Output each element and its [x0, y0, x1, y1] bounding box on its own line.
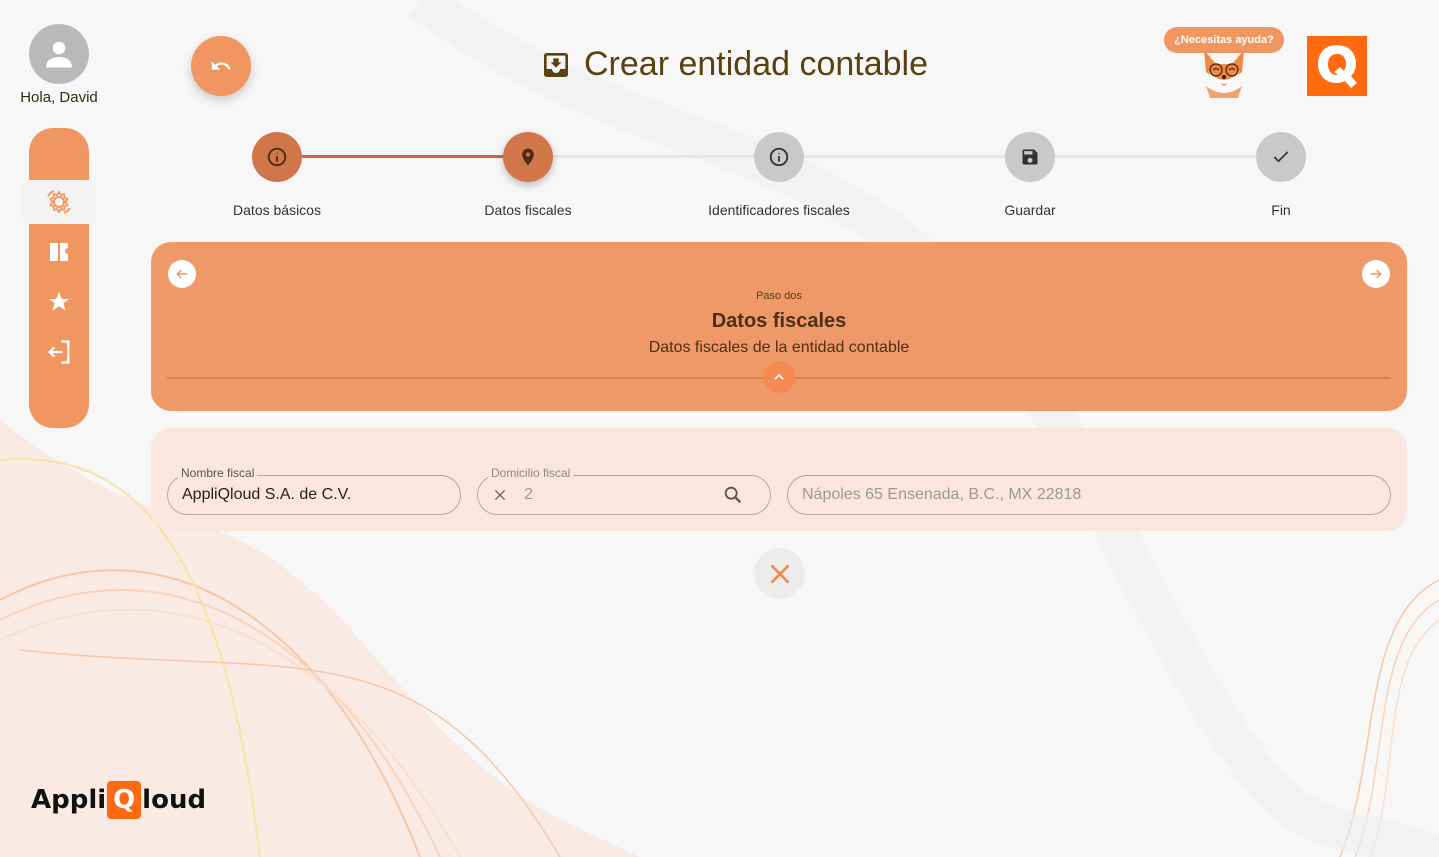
gear-sync-icon [47, 190, 71, 214]
sidebar-item-settings[interactable] [22, 180, 96, 224]
step-label: Fin [1271, 202, 1291, 218]
appliqloud-logo: Appli Q loud [31, 781, 206, 819]
nombre-fiscal-value[interactable]: AppliQloud S.A. de C.V. [182, 486, 351, 504]
fiscal-data-form: Nombre fiscal AppliQloud S.A. de C.V. Do… [151, 428, 1407, 531]
arrow-left-icon [176, 269, 188, 279]
logo-text-right: loud [142, 785, 207, 815]
save-icon [1022, 149, 1038, 165]
inbox-download-icon [544, 52, 568, 77]
direccion-value: Nápoles 65 Ensenada, B.C., MX 22818 [802, 486, 1082, 503]
check-icon [1273, 151, 1289, 163]
next-step-button[interactable] [1362, 260, 1390, 288]
step-circle[interactable] [1256, 132, 1306, 182]
domicilio-fiscal-field[interactable]: Domicilio fiscal 2 [477, 466, 771, 515]
star-icon [49, 292, 69, 311]
sidebar-nav [22, 128, 96, 428]
step-guardar[interactable]: Guardar [905, 132, 1155, 218]
step-header-card: Paso dos Datos fiscales Datos fiscales d… [151, 242, 1407, 411]
step-circle[interactable] [1005, 132, 1055, 182]
step-fin[interactable]: Fin [1156, 132, 1406, 218]
step-identificadores-fiscales[interactable]: Identificadores fiscales [654, 132, 904, 218]
step-circle[interactable] [252, 132, 302, 182]
logo-text-left: Appli [31, 785, 107, 815]
step-datos-basicos[interactable]: Datos básicos [152, 132, 402, 218]
step-circle[interactable] [503, 132, 553, 182]
sidebar-item-tickets[interactable] [29, 230, 89, 274]
user-greeting: Hola, David [20, 89, 98, 106]
domicilio-fiscal-value[interactable]: 2 [524, 486, 533, 504]
step-label: Datos básicos [233, 202, 321, 218]
ticket-icon [50, 243, 68, 261]
page-title: Crear entidad contable [540, 45, 928, 84]
collapse-button[interactable] [763, 361, 795, 393]
info-icon [769, 147, 789, 167]
brand-q-logo[interactable] [1307, 36, 1367, 96]
domicilio-fiscal-label: Domicilio fiscal [488, 466, 574, 480]
fox-mascot-icon[interactable] [1196, 46, 1252, 100]
page-title-text: Crear entidad contable [584, 45, 929, 83]
direccion-field[interactable]: Nápoles 65 Ensenada, B.C., MX 22818 [787, 475, 1391, 515]
step-label: Datos fiscales [484, 202, 572, 218]
step-datos-fiscales[interactable]: Datos fiscales [403, 132, 653, 218]
undo-back-button[interactable] [191, 36, 251, 96]
step-description: Datos fiscales de la entidad contable [648, 339, 910, 356]
chevron-up-icon [774, 373, 784, 380]
avatar-icon[interactable] [29, 24, 89, 84]
brand-q-icon [1318, 45, 1357, 88]
nombre-fiscal-label: Nombre fiscal [178, 466, 258, 480]
cancel-button[interactable] [754, 548, 805, 599]
help-button[interactable]: ¿Necesitas ayuda? [1164, 27, 1284, 53]
arrow-right-icon [1370, 269, 1382, 279]
step-label: Guardar [1004, 202, 1056, 218]
logout-icon [48, 340, 70, 364]
user-profile[interactable]: Hola, David [14, 24, 104, 106]
search-icon[interactable] [722, 484, 744, 506]
nombre-fiscal-field[interactable]: Nombre fiscal AppliQloud S.A. de C.V. [167, 466, 461, 515]
clear-icon[interactable] [492, 487, 508, 503]
info-icon [267, 147, 287, 167]
step-title: Datos fiscales [711, 310, 847, 332]
location-pin-icon [522, 148, 534, 166]
step-label: Identificadores fiscales [708, 202, 850, 218]
undo-icon [211, 61, 231, 70]
sidebar-item-favorites[interactable] [29, 280, 89, 324]
logo-q: Q [107, 781, 142, 819]
step-kicker: Paso dos [756, 290, 802, 302]
close-icon [769, 563, 790, 584]
previous-step-button[interactable] [168, 260, 196, 288]
stepper: Datos básicos Datos fiscales Identificad… [152, 132, 1406, 222]
sidebar-item-logout[interactable] [29, 330, 89, 374]
step-circle[interactable] [754, 132, 804, 182]
